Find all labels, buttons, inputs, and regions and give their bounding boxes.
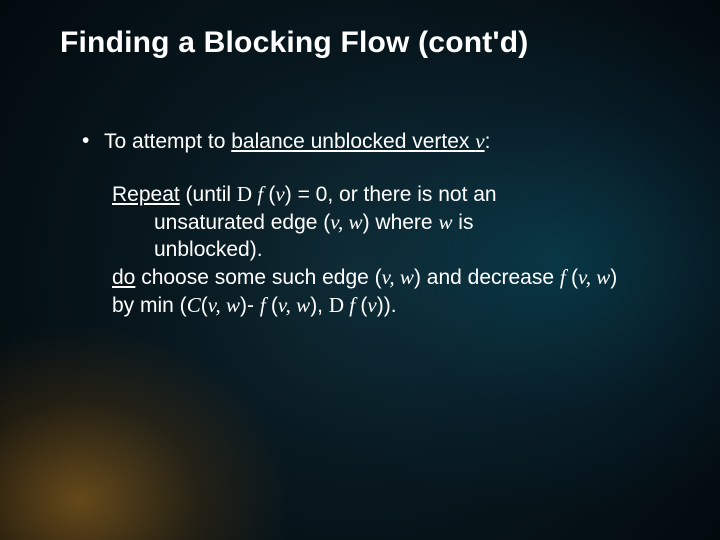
bullet-item: • To attempt to balance unblocked vertex… <box>82 128 670 155</box>
d-vw4: v, w <box>278 293 310 317</box>
do-line-2: by min (C(v, w)- f (v, w), D f (v)). <box>112 292 670 320</box>
repeat-line-1: Repeat (until D f (v) = 0, or there is n… <box>112 181 670 209</box>
delta-1: D <box>237 182 252 206</box>
d-f2: f <box>260 293 271 317</box>
r-vw: v, w <box>330 210 362 234</box>
d-f: f <box>560 265 571 289</box>
repeat-line-2: unsaturated edge (v, w) where w is <box>112 209 670 237</box>
r-v1: v <box>275 182 284 206</box>
r1c: ) = 0, or there is not an <box>285 183 497 206</box>
d2d: ( <box>271 294 278 317</box>
d-v3: v <box>367 293 376 317</box>
repeat-keyword: Repeat <box>112 183 180 206</box>
delta-2: D <box>329 293 344 317</box>
d-f3: f <box>344 293 360 317</box>
d1d: ) <box>610 266 617 289</box>
r2c: is <box>452 211 473 234</box>
bullet-text: To attempt to balance unblocked vertex v… <box>104 128 670 155</box>
d2e: ), <box>310 294 329 317</box>
d-C: C <box>187 293 201 317</box>
d2a: by min ( <box>112 294 187 317</box>
bullet-underlined: balance unblocked vertex <box>231 130 475 153</box>
bullet-dot: • <box>82 128 104 154</box>
d1a: choose some such edge ( <box>135 266 381 289</box>
slide: Finding a Blocking Flow (cont'd) • To at… <box>0 0 720 540</box>
d-vw1: v, w <box>382 265 414 289</box>
bullet-post: : <box>485 130 491 153</box>
repeat-line-3: unblocked). <box>112 237 670 264</box>
do-keyword: do <box>112 266 135 289</box>
r-w: w <box>438 210 452 234</box>
r-f1: f <box>252 182 268 206</box>
bullet-v: v <box>475 129 484 153</box>
r2b: ) where <box>363 211 439 234</box>
bullet-pre: To attempt to <box>104 130 231 153</box>
r3: unblocked). <box>154 238 263 261</box>
d-vw2: v, w <box>578 265 610 289</box>
d2c: )- <box>240 294 260 317</box>
d2b: ( <box>201 294 208 317</box>
d2g: )). <box>377 294 397 317</box>
algorithm-block: Repeat (until D f (v) = 0, or there is n… <box>112 181 670 319</box>
d1c: ( <box>571 266 578 289</box>
slide-body: • To attempt to balance unblocked vertex… <box>82 128 670 320</box>
slide-title: Finding a Blocking Flow (cont'd) <box>60 26 529 60</box>
do-line-1: do choose some such edge (v, w) and decr… <box>112 264 670 292</box>
r1a: (until <box>180 183 237 206</box>
d1b: ) and decrease <box>414 266 560 289</box>
r2a: unsaturated edge ( <box>154 211 330 234</box>
d-vw3: v, w <box>208 293 240 317</box>
